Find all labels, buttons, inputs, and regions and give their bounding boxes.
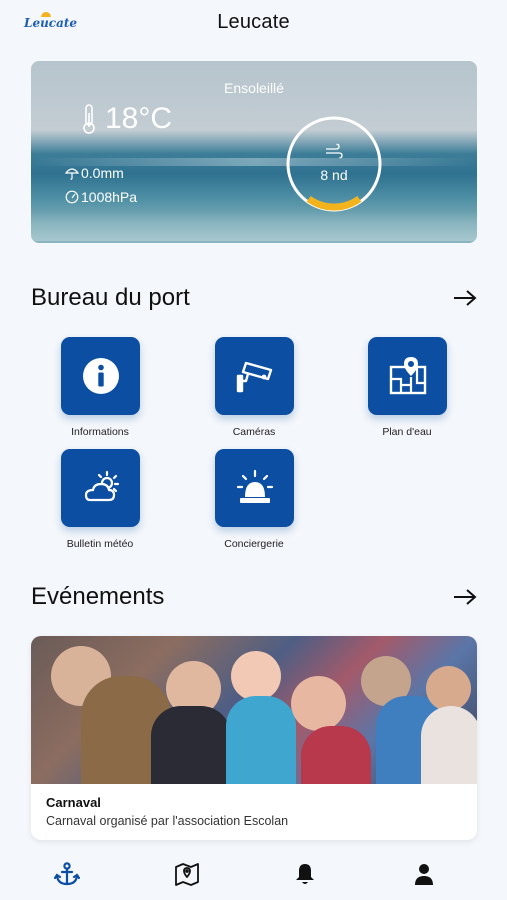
sea-foam (31, 211, 477, 241)
weather-card[interactable]: Ensoleillé 18°C 0.0mm 1008hPa 8 nd (31, 61, 477, 243)
tile-label: Plan d'eau (382, 426, 432, 438)
event-card[interactable]: Carnaval Carnaval organisé par l'associa… (31, 636, 477, 840)
map-pin-icon (389, 357, 426, 395)
tile-informations-button[interactable] (61, 337, 140, 415)
tile-informations[interactable]: Informations (40, 337, 160, 447)
page-title: Leucate (217, 10, 290, 33)
event-title: Carnaval (46, 795, 101, 810)
tile-label: Caméras (232, 426, 276, 438)
tile-bulletin-meteo-button[interactable] (61, 449, 140, 527)
pressure-stat: 1008hPa (65, 189, 137, 205)
tile-conciergerie-button[interactable] (215, 449, 294, 527)
event-photo (31, 636, 477, 784)
wind-value: 8 nd (320, 167, 348, 183)
wind-gauge-ring (286, 116, 382, 212)
thermometer-icon (83, 104, 95, 134)
port-section-title: Bureau du port (31, 284, 190, 311)
tile-bulletin-meteo[interactable]: Bulletin météo (40, 449, 160, 559)
nav-anchor[interactable] (53, 861, 81, 887)
camera-icon (236, 361, 272, 393)
map-icon (175, 863, 199, 886)
app-header: Leucate Leucate (0, 0, 507, 44)
wind-gauge-fill (306, 195, 362, 211)
rain-stat: 0.0mm (65, 165, 124, 181)
tile-plan-d-eau-button[interactable] (368, 337, 447, 415)
nav-map[interactable] (174, 861, 200, 887)
gauge-icon (65, 190, 79, 204)
nav-notifications[interactable] (292, 861, 318, 887)
events-section-title: Evénements (31, 583, 165, 610)
pressure-value: 1008hPa (81, 189, 138, 205)
event-subtitle: Carnaval organisé par l'association Esco… (46, 814, 289, 828)
wind-gauge: 8 nd (285, 115, 383, 213)
leucate-logo[interactable]: Leucate (22, 10, 77, 34)
tile-cameras-button[interactable] (215, 337, 294, 415)
rain-value: 0.0mm (81, 165, 124, 181)
wind-icon (326, 143, 343, 159)
umbrella-icon (65, 168, 79, 180)
tile-plan-d-eau[interactable]: Plan d'eau (347, 337, 467, 447)
bottom-nav (0, 848, 507, 900)
tile-label: Bulletin météo (66, 538, 134, 550)
info-icon (82, 358, 119, 394)
arrow-right-icon[interactable] (452, 289, 478, 307)
temperature-row: 18°C (81, 101, 172, 137)
cloud-sun-icon (84, 470, 119, 502)
logo-wordmark: Leucate (24, 16, 78, 30)
tile-label: Informations (71, 426, 129, 438)
arrow-right-icon[interactable] (452, 588, 478, 606)
tile-label: Conciergerie (224, 538, 284, 550)
temperature-value: 18°C (105, 102, 173, 135)
weather-condition: Ensoleillé (224, 80, 284, 96)
tile-cameras[interactable]: Caméras (194, 337, 314, 447)
user-icon (415, 864, 433, 885)
tile-conciergerie[interactable]: Conciergerie (194, 449, 314, 559)
nav-profile[interactable] (411, 861, 437, 887)
anchor-icon (53, 862, 81, 886)
bell-icon (296, 864, 314, 884)
siren-icon (236, 469, 273, 503)
